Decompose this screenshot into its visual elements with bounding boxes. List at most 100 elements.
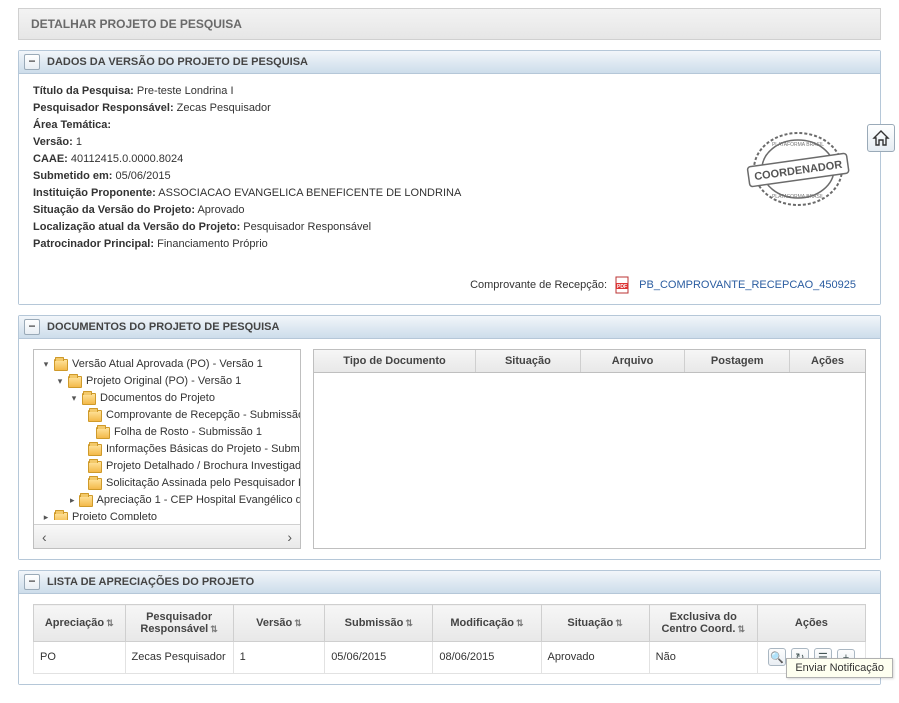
col-postagem[interactable]: Postagem [685,350,790,372]
label-pesquisador: Pesquisador Responsável: [33,102,174,114]
minus-icon: − [28,574,35,588]
minus-icon: − [28,319,35,333]
documents-tree: ▾Versão Atual Aprovada (PO) - Versão 1 ▾… [33,349,301,549]
th-versao[interactable]: Versão⇅ [233,605,325,642]
apreciacoes-table: Apreciação⇅ Pesquisador Responsável⇅ Ver… [33,604,866,674]
th-pesquisador[interactable]: Pesquisador Responsável⇅ [125,605,233,642]
label-versao: Versão: [33,136,73,148]
tree-label: Comprovante de Recepção - Submissão [106,407,300,424]
magnifier-icon: 🔍 [770,651,784,664]
folder-icon [88,410,102,422]
sort-icon: ⇅ [106,618,114,628]
tree-node-comprovante[interactable]: Comprovante de Recepção - Submissão [42,407,296,424]
tree-scrollbar[interactable]: ‹ › [34,524,300,548]
value-versao: 1 [76,136,82,148]
th-situacao[interactable]: Situação⇅ [541,605,649,642]
tree-node-projeto-completo[interactable]: ▸ Projeto Completo [42,509,296,520]
panel-apreciacoes-header: − LISTA DE APRECIAÇÕES DO PROJETO [19,571,880,594]
tree-label: Apreciação 1 - CEP Hospital Evangélico d… [97,492,300,509]
tree-label: Folha de Rosto - Submissão 1 [114,424,262,441]
col-acoes[interactable]: Ações [790,350,865,372]
label-localizacao: Localização atual da Versão do Projeto: [33,221,240,233]
th-acoes: Ações [757,605,865,642]
scroll-right-icon[interactable]: › [287,529,292,545]
pdf-icon: PDF [614,276,632,294]
table-row: PO Zecas Pesquisador 1 05/06/2015 08/06/… [34,642,866,674]
tree-node-projeto-original[interactable]: ▾Projeto Original (PO) - Versão 1 [42,373,296,390]
folder-icon [68,376,82,388]
folder-icon [82,393,96,405]
value-submetido: 05/06/2015 [116,170,171,182]
panel-documentos-title: DOCUMENTOS DO PROJETO DE PESQUISA [47,321,279,333]
value-patrocinador: Financiamento Próprio [157,238,268,250]
th-exclusiva[interactable]: Exclusiva do Centro Coord.⇅ [649,605,757,642]
minus-icon: − [28,54,35,68]
page-title: DETALHAR PROJETO DE PESQUISA [18,8,881,40]
chevron-down-icon: ▾ [42,356,50,373]
tree-label: Solicitação Assinada pelo Pesquisador P [106,475,300,492]
sort-icon: ⇅ [405,618,413,628]
receipt-file-link[interactable]: PB_COMPROVANTE_RECEPCAO_450925 [639,279,856,291]
sort-icon: ⇅ [737,624,745,634]
tree-node-versao-atual[interactable]: ▾Versão Atual Aprovada (PO) - Versão 1 [42,356,296,373]
tooltip-text: Enviar Notificação [795,662,884,674]
label-submetido: Submetido em: [33,170,112,182]
panel-apreciacoes-title: LISTA DE APRECIAÇÕES DO PROJETO [47,576,254,588]
receipt-label: Comprovante de Recepção: [470,279,607,291]
tooltip-enviar-notificacao: Enviar Notificação [786,658,893,678]
label-titulo: Título da Pesquisa: [33,85,134,97]
th-modificacao[interactable]: Modificação⇅ [433,605,541,642]
tree-node-projeto-detalhado[interactable]: Projeto Detalhado / Brochura Investigado [42,458,296,475]
cell-pesquisador: Zecas Pesquisador [125,642,233,674]
value-pesquisador: Zecas Pesquisador [177,102,271,114]
folder-icon [88,478,102,490]
panel-dados-collapse-button[interactable]: − [24,54,40,70]
label-instituicao: Instituição Proponente: [33,187,156,199]
sort-icon: ⇅ [615,618,623,628]
action-detail-button[interactable]: 🔍 [768,648,786,666]
page-title-text: DETALHAR PROJETO DE PESQUISA [31,17,242,31]
value-situacao: Aprovado [197,204,244,216]
cell-modificacao: 08/06/2015 [433,642,541,674]
svg-text:PDF: PDF [617,284,627,290]
tree-node-documentos-projeto[interactable]: ▾Documentos do Projeto [42,390,296,407]
tree-node-folha-rosto[interactable]: Folha de Rosto - Submissão 1 [42,424,296,441]
panel-dados-title: DADOS DA VERSÃO DO PROJETO DE PESQUISA [47,56,308,68]
panel-documentos-header: − DOCUMENTOS DO PROJETO DE PESQUISA [19,316,880,339]
panel-apreciacoes: − LISTA DE APRECIAÇÕES DO PROJETO Apreci… [18,570,881,685]
col-situacao[interactable]: Situação [476,350,581,372]
chevron-right-icon: ▸ [42,509,50,520]
folder-icon [88,444,102,456]
panel-dados: − DADOS DA VERSÃO DO PROJETO DE PESQUISA… [18,50,881,305]
receipt-row: Comprovante de Recepção: PDF PB_COMPROVA… [33,276,866,294]
panel-documentos-collapse-button[interactable]: − [24,319,40,335]
folder-icon [96,427,110,439]
chevron-down-icon: ▾ [70,390,78,407]
scroll-left-icon[interactable]: ‹ [42,529,47,545]
panel-documentos: − DOCUMENTOS DO PROJETO DE PESQUISA ▾Ver… [18,315,881,560]
sort-icon: ⇅ [210,624,218,634]
value-titulo: Pre-teste Londrina I [137,85,234,97]
tree-label: Informações Básicas do Projeto - Submi [106,441,300,458]
cell-situacao: Aprovado [541,642,649,674]
col-arquivo[interactable]: Arquivo [581,350,686,372]
cell-apreciacao: PO [34,642,126,674]
cell-submissao: 05/06/2015 [325,642,433,674]
col-tipo-documento[interactable]: Tipo de Documento [314,350,476,372]
home-button[interactable] [867,124,895,152]
value-instituicao: ASSOCIACAO EVANGELICA BENEFICENTE DE LON… [158,187,461,199]
tree-node-info-basicas[interactable]: Informações Básicas do Projeto - Submi [42,441,296,458]
value-localizacao: Pesquisador Responsável [243,221,371,233]
folder-icon [88,461,102,473]
th-submissao[interactable]: Submissão⇅ [325,605,433,642]
tree-label: Projeto Completo [72,509,157,520]
tree-node-apreciacao-1[interactable]: ▸Apreciação 1 - CEP Hospital Evangélico … [42,492,296,509]
th-apreciacao[interactable]: Apreciação⇅ [34,605,126,642]
documents-table: Tipo de Documento Situação Arquivo Posta… [313,349,866,549]
cell-versao: 1 [233,642,325,674]
panel-apreciacoes-collapse-button[interactable]: − [24,574,40,590]
chevron-right-icon: ▸ [70,492,75,509]
chevron-down-icon: ▾ [56,373,64,390]
folder-icon [54,512,68,521]
tree-node-solicitacao[interactable]: Solicitação Assinada pelo Pesquisador P [42,475,296,492]
